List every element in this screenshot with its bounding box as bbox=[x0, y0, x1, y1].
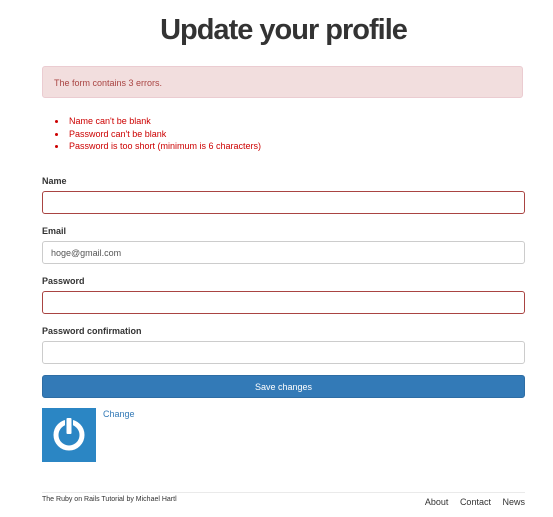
name-label: Name bbox=[42, 176, 67, 186]
password-label: Password bbox=[42, 276, 85, 286]
footer-link-contact[interactable]: Contact bbox=[460, 497, 491, 507]
profile-edit-page: Update your profile The form contains 3 … bbox=[0, 0, 553, 517]
gravatar-image bbox=[42, 408, 96, 462]
save-changes-button[interactable]: Save changes bbox=[42, 375, 525, 398]
error-item: Password can't be blank bbox=[54, 128, 261, 141]
password-confirmation-label: Password confirmation bbox=[42, 326, 142, 336]
footer-nav: About Contact News bbox=[416, 497, 525, 507]
credit-by: by bbox=[124, 496, 136, 503]
password-field[interactable] bbox=[42, 291, 525, 314]
footer-link-about[interactable]: About bbox=[425, 497, 449, 507]
password-confirmation-field[interactable] bbox=[42, 341, 525, 364]
page-title: Update your profile bbox=[160, 14, 408, 46]
name-field[interactable] bbox=[42, 191, 525, 214]
footer-credit: The Ruby on Rails Tutorial by Michael Ha… bbox=[42, 496, 177, 503]
credit-prefix: The bbox=[42, 496, 57, 503]
footer-link-news[interactable]: News bbox=[502, 497, 525, 507]
email-field[interactable] bbox=[42, 241, 525, 264]
gravatar-logo-icon bbox=[42, 408, 96, 462]
error-item: Password is too short (minimum is 6 char… bbox=[54, 141, 262, 151]
error-list: Name can't be blank Password can't be bl… bbox=[54, 115, 261, 153]
change-gravatar-link[interactable]: Change bbox=[103, 409, 135, 419]
error-item: Name can't be blank bbox=[54, 115, 261, 128]
footer-divider bbox=[42, 492, 525, 493]
email-label: Email bbox=[42, 226, 67, 236]
error-alert: The form contains 3 errors. bbox=[42, 66, 523, 98]
tutorial-link[interactable]: Ruby on Rails Tutorial bbox=[56, 496, 124, 503]
author-link[interactable]: Michael Hartl bbox=[136, 496, 177, 503]
